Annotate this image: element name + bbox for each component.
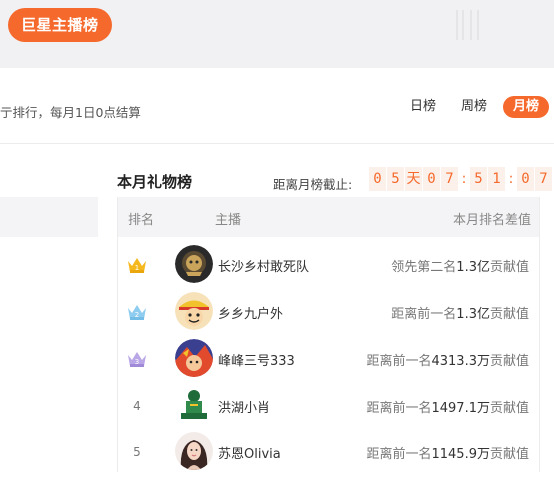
host-name[interactable]: 峰峰三号333 xyxy=(218,350,295,369)
countdown-minute-digit: 5 xyxy=(470,167,487,191)
table-row[interactable]: 4 洪湖小肖 距离前一名1497.1万贡献值 xyxy=(118,383,539,429)
avatar[interactable] xyxy=(175,245,213,283)
svg-text:2: 2 xyxy=(135,311,139,319)
countdown-day-digit: 5 xyxy=(387,167,404,191)
table-row[interactable]: 5 苏恩Olivia 距离前一名1145.9万贡献值 xyxy=(118,429,539,475)
rank-diff: 距离前一名4313.3万贡献值 xyxy=(366,354,529,369)
host-name[interactable]: 乡乡九户外 xyxy=(218,303,283,322)
svg-text:3: 3 xyxy=(135,358,139,366)
header-host: 主播 xyxy=(215,213,242,228)
top-right-decoration xyxy=(452,10,482,40)
tab-daily[interactable]: 日榜 xyxy=(410,96,436,118)
top-banner: 巨星主播榜 xyxy=(0,0,554,68)
tab-monthly[interactable]: 月榜 xyxy=(503,96,549,118)
countdown-hour-digit: 7 xyxy=(441,167,458,191)
divider xyxy=(0,143,554,144)
table-row[interactable]: 2 乡乡九户外 距离前一名1.3亿贡献值 xyxy=(118,289,539,335)
tab-weekly[interactable]: 周榜 xyxy=(461,96,487,118)
rank-diff: 距离前一名1.3亿贡献值 xyxy=(391,307,529,322)
table-row[interactable]: 1 长沙乡村敢死队 领先第二名1.3亿贡献值 xyxy=(118,242,539,288)
rank-2-crown-icon: 2 xyxy=(126,302,148,322)
header-rank-diff: 本月排名差值 xyxy=(452,213,531,228)
gift-ranking-table: 排名 主播 本月排名差值 1 长沙乡村敢死队 领先第二名1.3亿贡献值 2 乡乡… xyxy=(117,197,540,472)
rank-3-crown-icon: 3 xyxy=(126,349,148,369)
table-row[interactable]: 3 峰峰三号333 距离前一名4313.3万贡献值 xyxy=(118,336,539,382)
countdown-label: 距离月榜截止: xyxy=(273,177,353,192)
table-header: 排名 主播 本月排名差值 xyxy=(118,197,539,237)
svg-text:1: 1 xyxy=(135,264,139,272)
avatar[interactable] xyxy=(175,432,213,470)
countdown-second-digit: 0 xyxy=(517,167,534,191)
header-rank: 排名 xyxy=(128,213,155,228)
rank-diff: 领先第二名1.3亿贡献值 xyxy=(391,260,529,275)
rank-1-crown-icon: 1 xyxy=(126,255,148,275)
rank-number: 5 xyxy=(133,445,141,459)
countdown-second-digit: 7 xyxy=(535,167,552,191)
countdown-minute-digit: 1 xyxy=(488,167,505,191)
countdown-day-digit: 0 xyxy=(369,167,386,191)
countdown-day-unit: 天 xyxy=(405,167,422,191)
avatar[interactable] xyxy=(175,292,213,330)
rank-diff: 距离前一名1145.9万贡献值 xyxy=(366,447,529,462)
host-name[interactable]: 长沙乡村敢死队 xyxy=(218,256,309,275)
avatar[interactable] xyxy=(175,386,213,424)
top-star-anchor-list-button[interactable]: 巨星主播榜 xyxy=(8,8,112,42)
host-name[interactable]: 洪湖小肖 xyxy=(218,397,270,416)
countdown-separator: : xyxy=(508,171,514,187)
countdown-separator: : xyxy=(461,171,467,187)
host-name[interactable]: 苏恩Olivia xyxy=(218,443,281,462)
rank-diff: 距离前一名1497.1万贡献值 xyxy=(366,401,529,416)
gift-ranking-title: 本月礼物榜 xyxy=(117,173,193,191)
avatar[interactable] xyxy=(175,339,213,377)
rank-number: 4 xyxy=(133,399,141,413)
settlement-rule-text: 亍排行，每月1日0点结算 xyxy=(0,105,141,120)
countdown-hour-digit: 0 xyxy=(423,167,440,191)
left-column-header-strip xyxy=(0,197,98,237)
